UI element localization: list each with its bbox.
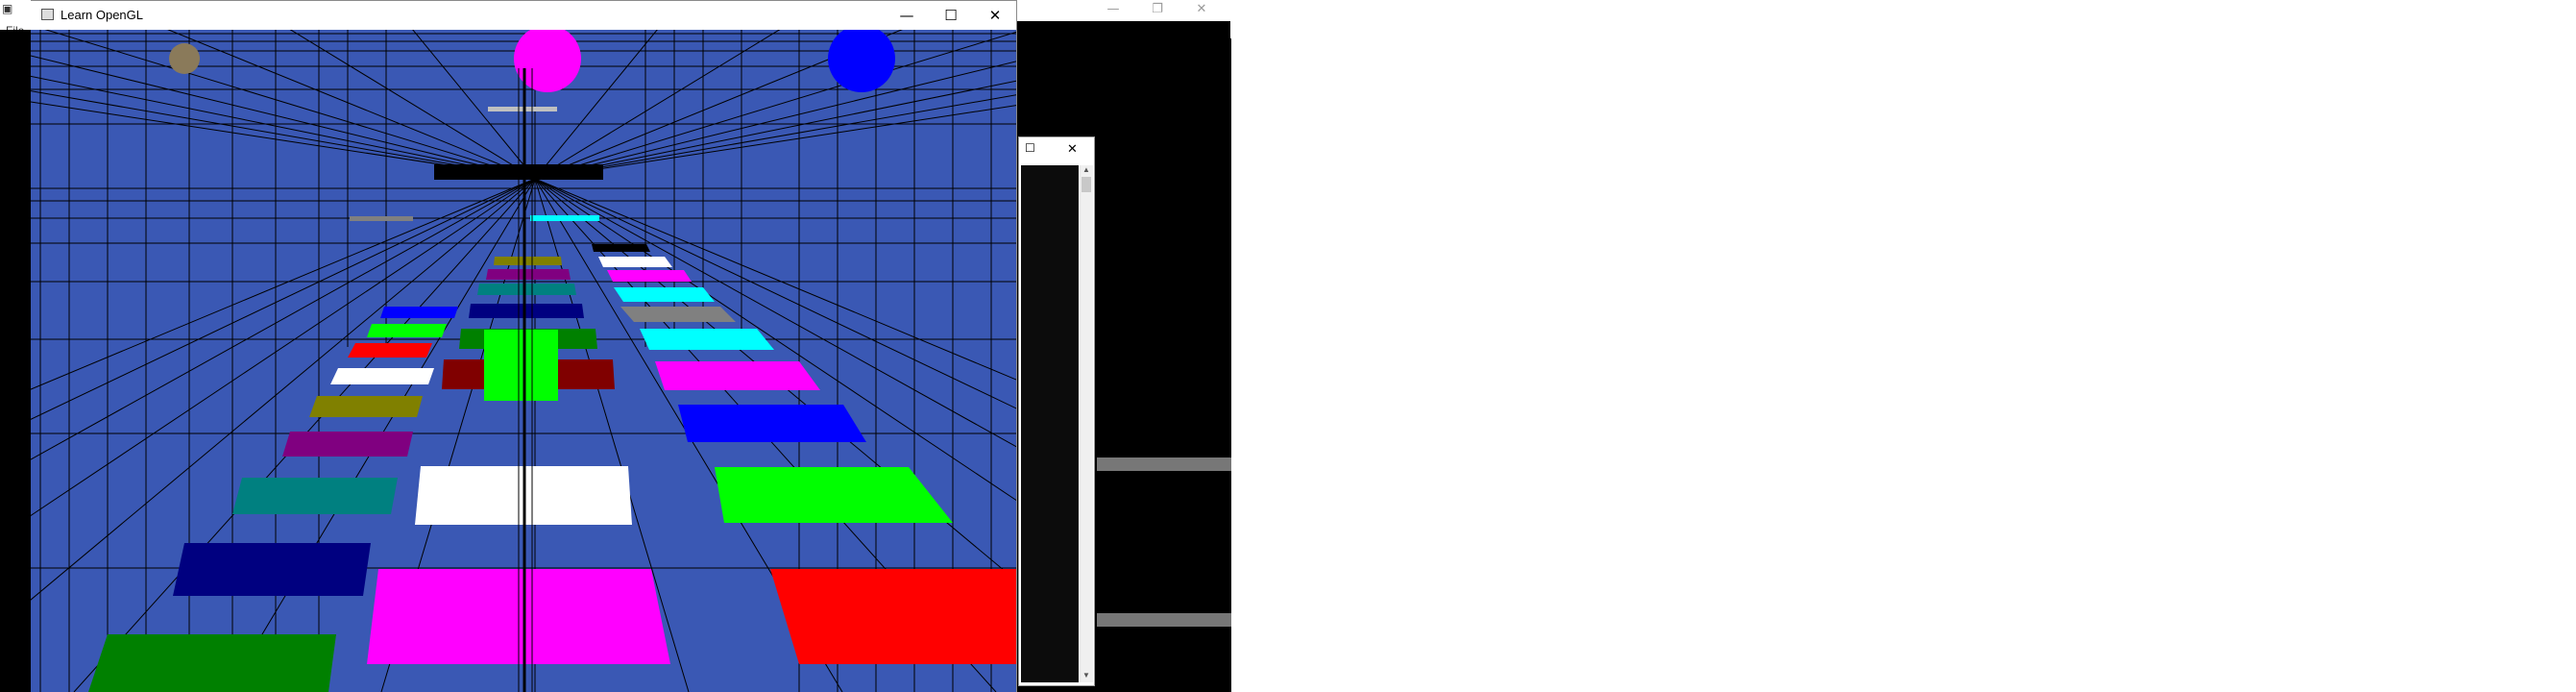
- gray-bar: [350, 216, 413, 221]
- cyan-right-tile-2: [640, 329, 774, 350]
- magenta-right-tile: [607, 270, 692, 282]
- minimize-button[interactable]: —: [885, 2, 929, 30]
- olive-center-tile: [494, 257, 562, 265]
- purple-center-tile: [486, 269, 571, 280]
- teal-center-tile: [477, 284, 576, 295]
- console-scroll-strip-bottom: [1097, 613, 1231, 627]
- red-right-tile: [770, 569, 1016, 664]
- scroll-down-arrow-icon[interactable]: ▼: [1082, 671, 1090, 680]
- blue-tile: [380, 307, 458, 318]
- white-bar: [488, 107, 557, 111]
- terminal-app-icon: ▣: [2, 2, 13, 15]
- teal-tile: [232, 478, 398, 514]
- back-maximize-button[interactable]: ❐: [1135, 0, 1179, 21]
- opengl-viewport[interactable]: [31, 30, 1016, 692]
- close-button[interactable]: ✕: [973, 2, 1017, 30]
- green-dark-tile: [88, 634, 336, 692]
- back-close-button[interactable]: ✕: [1179, 0, 1224, 21]
- purple-tile: [282, 432, 413, 457]
- terminal-visible-strip: [0, 30, 31, 692]
- app-icon: [41, 9, 54, 20]
- green-tile: [367, 324, 447, 337]
- dialog-console-area: [1021, 165, 1079, 682]
- olive-tile: [309, 396, 423, 417]
- gray-right-tile: [620, 307, 736, 322]
- white-right-tile: [598, 257, 672, 267]
- black-right-tile: [592, 244, 650, 252]
- blue-right-tile: [678, 405, 866, 442]
- navy-center-tile: [469, 304, 584, 318]
- window-title: Learn OpenGL: [61, 8, 144, 22]
- scroll-up-arrow-icon[interactable]: ▲: [1082, 165, 1090, 174]
- red-tile: [348, 343, 432, 358]
- cyan-bar: [530, 215, 599, 221]
- console-scroll-strip-top: [1097, 457, 1231, 471]
- back-minimize-button[interactable]: —: [1091, 0, 1135, 21]
- green-cube: [484, 330, 558, 401]
- scroll-thumb[interactable]: [1081, 177, 1091, 192]
- dialog-close-button[interactable]: ✕: [1067, 141, 1078, 157]
- magenta-right-tile: [655, 361, 820, 390]
- back-window-left-edge: ▣ File: [0, 0, 31, 37]
- maximize-button[interactable]: ☐: [929, 2, 973, 30]
- opengl-titlebar[interactable]: Learn OpenGL — ☐ ✕: [1, 1, 1016, 29]
- tan-sphere: [169, 43, 200, 74]
- dialog-scrollbar[interactable]: ▲ ▼: [1080, 165, 1093, 682]
- cyan-right-tile: [614, 287, 715, 302]
- dialog-maximize-button[interactable]: ☐: [1025, 141, 1035, 155]
- white-tile: [330, 368, 434, 384]
- navy-tile: [173, 543, 371, 596]
